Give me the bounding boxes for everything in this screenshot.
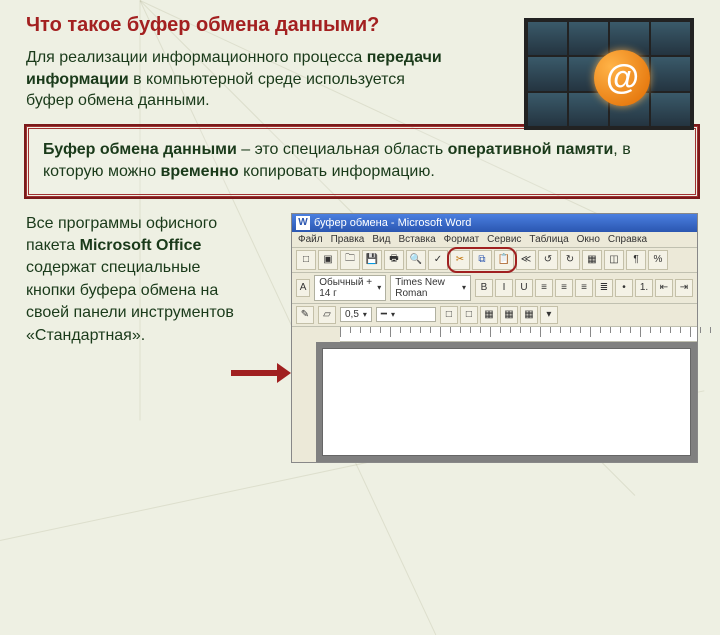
- horizontal-ruler: [340, 327, 697, 342]
- format-button[interactable]: ⇥: [675, 279, 693, 297]
- word-toolbar-format: A Обычный + 14 г Times New Roman BIU≡≡≡≣…: [292, 273, 697, 304]
- eraser-icon[interactable]: ▱: [318, 306, 336, 324]
- bold-phrase: Буфер обмена данными: [43, 141, 237, 158]
- word-menubar: Файл Правка Вид Вставка Формат Сервис Таблица О…: [292, 232, 697, 248]
- bold-phrase: оперативной памяти: [448, 141, 614, 158]
- toolbar-button[interactable]: 🗀: [340, 250, 360, 270]
- format-button[interactable]: ≡: [555, 279, 573, 297]
- arrow-icon: [231, 370, 281, 376]
- menu-item[interactable]: Файл: [298, 234, 323, 245]
- word-titlebar-text: буфер обмена - Microsoft Word: [314, 217, 471, 229]
- word-toolbar-table: ✎ ▱ 0,5 ━ □□▦▦▦▾: [292, 304, 697, 327]
- toolbar-button[interactable]: %: [648, 250, 668, 270]
- intro-paragraph: Для реализации информационного процесса …: [26, 47, 446, 112]
- toolbar-button[interactable]: ▦: [582, 250, 602, 270]
- table-tool-button[interactable]: ▦: [480, 306, 498, 324]
- border-style-select[interactable]: ━: [376, 307, 436, 322]
- word-app-icon: W: [296, 216, 310, 230]
- vertical-ruler: [292, 342, 316, 462]
- cut-icon[interactable]: ✂: [450, 250, 470, 270]
- toolbar-button[interactable]: ▣: [318, 250, 338, 270]
- toolbar-button[interactable]: ↺: [538, 250, 558, 270]
- word-toolbar-standard: □▣🗀💾🖶🔍✓✂⧉📋≪↺↻▦◫¶%: [292, 248, 697, 273]
- menu-item[interactable]: Вид: [372, 234, 390, 245]
- menu-item[interactable]: Правка: [331, 234, 365, 245]
- at-sign-icon: @: [594, 50, 650, 106]
- style-select[interactable]: Обычный + 14 г: [314, 275, 386, 301]
- menu-item[interactable]: Справка: [608, 234, 647, 245]
- format-button[interactable]: U: [515, 279, 533, 297]
- toolbar-button[interactable]: ↻: [560, 250, 580, 270]
- toolbar-button[interactable]: ≪: [516, 250, 536, 270]
- bold-phrase: временно: [161, 163, 239, 180]
- vertical-ruler-spacer: [292, 327, 316, 342]
- menu-item[interactable]: Окно: [577, 234, 600, 245]
- format-button[interactable]: ≡: [575, 279, 593, 297]
- toolbar-button[interactable]: ¶: [626, 250, 646, 270]
- definition-box: Буфер обмена данными – это специальная о…: [26, 126, 698, 197]
- table-tool-button[interactable]: ▦: [520, 306, 538, 324]
- document-area: [292, 342, 697, 462]
- text: содержат специальные кнопки буфера обмен…: [26, 259, 234, 343]
- toolbar-button[interactable]: ✓: [428, 250, 448, 270]
- toolbar-button[interactable]: 🖶: [384, 250, 404, 270]
- toolbar-button[interactable]: 💾: [362, 250, 382, 270]
- word-titlebar: W буфер обмена - Microsoft Word: [292, 214, 697, 232]
- border-size-select[interactable]: 0,5: [340, 307, 372, 322]
- format-button[interactable]: ≡: [535, 279, 553, 297]
- table-tool-button[interactable]: □: [440, 306, 458, 324]
- toolbar-button[interactable]: 🔍: [406, 250, 426, 270]
- table-tool-button[interactable]: ▦: [500, 306, 518, 324]
- menu-item[interactable]: Таблица: [529, 234, 568, 245]
- table-tool-button[interactable]: □: [460, 306, 478, 324]
- clipboard-buttons-highlight: ✂⧉📋: [450, 250, 514, 270]
- paste-icon[interactable]: 📋: [494, 250, 514, 270]
- page: [322, 348, 691, 456]
- menu-item[interactable]: Формат: [444, 234, 480, 245]
- text: – это специальная область: [237, 141, 448, 158]
- menu-item[interactable]: Сервис: [487, 234, 521, 245]
- format-button[interactable]: •: [615, 279, 633, 297]
- text: Для реализации информационного процесса: [26, 49, 367, 66]
- font-select[interactable]: Times New Roman: [390, 275, 471, 301]
- toolbar-button[interactable]: □: [296, 250, 316, 270]
- format-button[interactable]: 1.: [635, 279, 653, 297]
- format-button[interactable]: B: [475, 279, 493, 297]
- format-button[interactable]: I: [495, 279, 513, 297]
- word-window: W буфер обмена - Microsoft Word Файл Прав…: [291, 213, 698, 463]
- table-tool-button[interactable]: ▾: [540, 306, 558, 324]
- menu-item[interactable]: Вставка: [398, 234, 435, 245]
- style-dropdown-icon[interactable]: A: [296, 279, 310, 297]
- text: копировать информацию.: [239, 163, 435, 180]
- bold-phrase: Microsoft Office: [80, 237, 202, 254]
- toolbar-button[interactable]: ◫: [604, 250, 624, 270]
- draw-table-icon[interactable]: ✎: [296, 306, 314, 324]
- format-button[interactable]: ≣: [595, 279, 613, 297]
- copy-icon[interactable]: ⧉: [472, 250, 492, 270]
- office-paragraph: Все программы офисного пакета Microsoft …: [26, 213, 241, 463]
- format-button[interactable]: ⇤: [655, 279, 673, 297]
